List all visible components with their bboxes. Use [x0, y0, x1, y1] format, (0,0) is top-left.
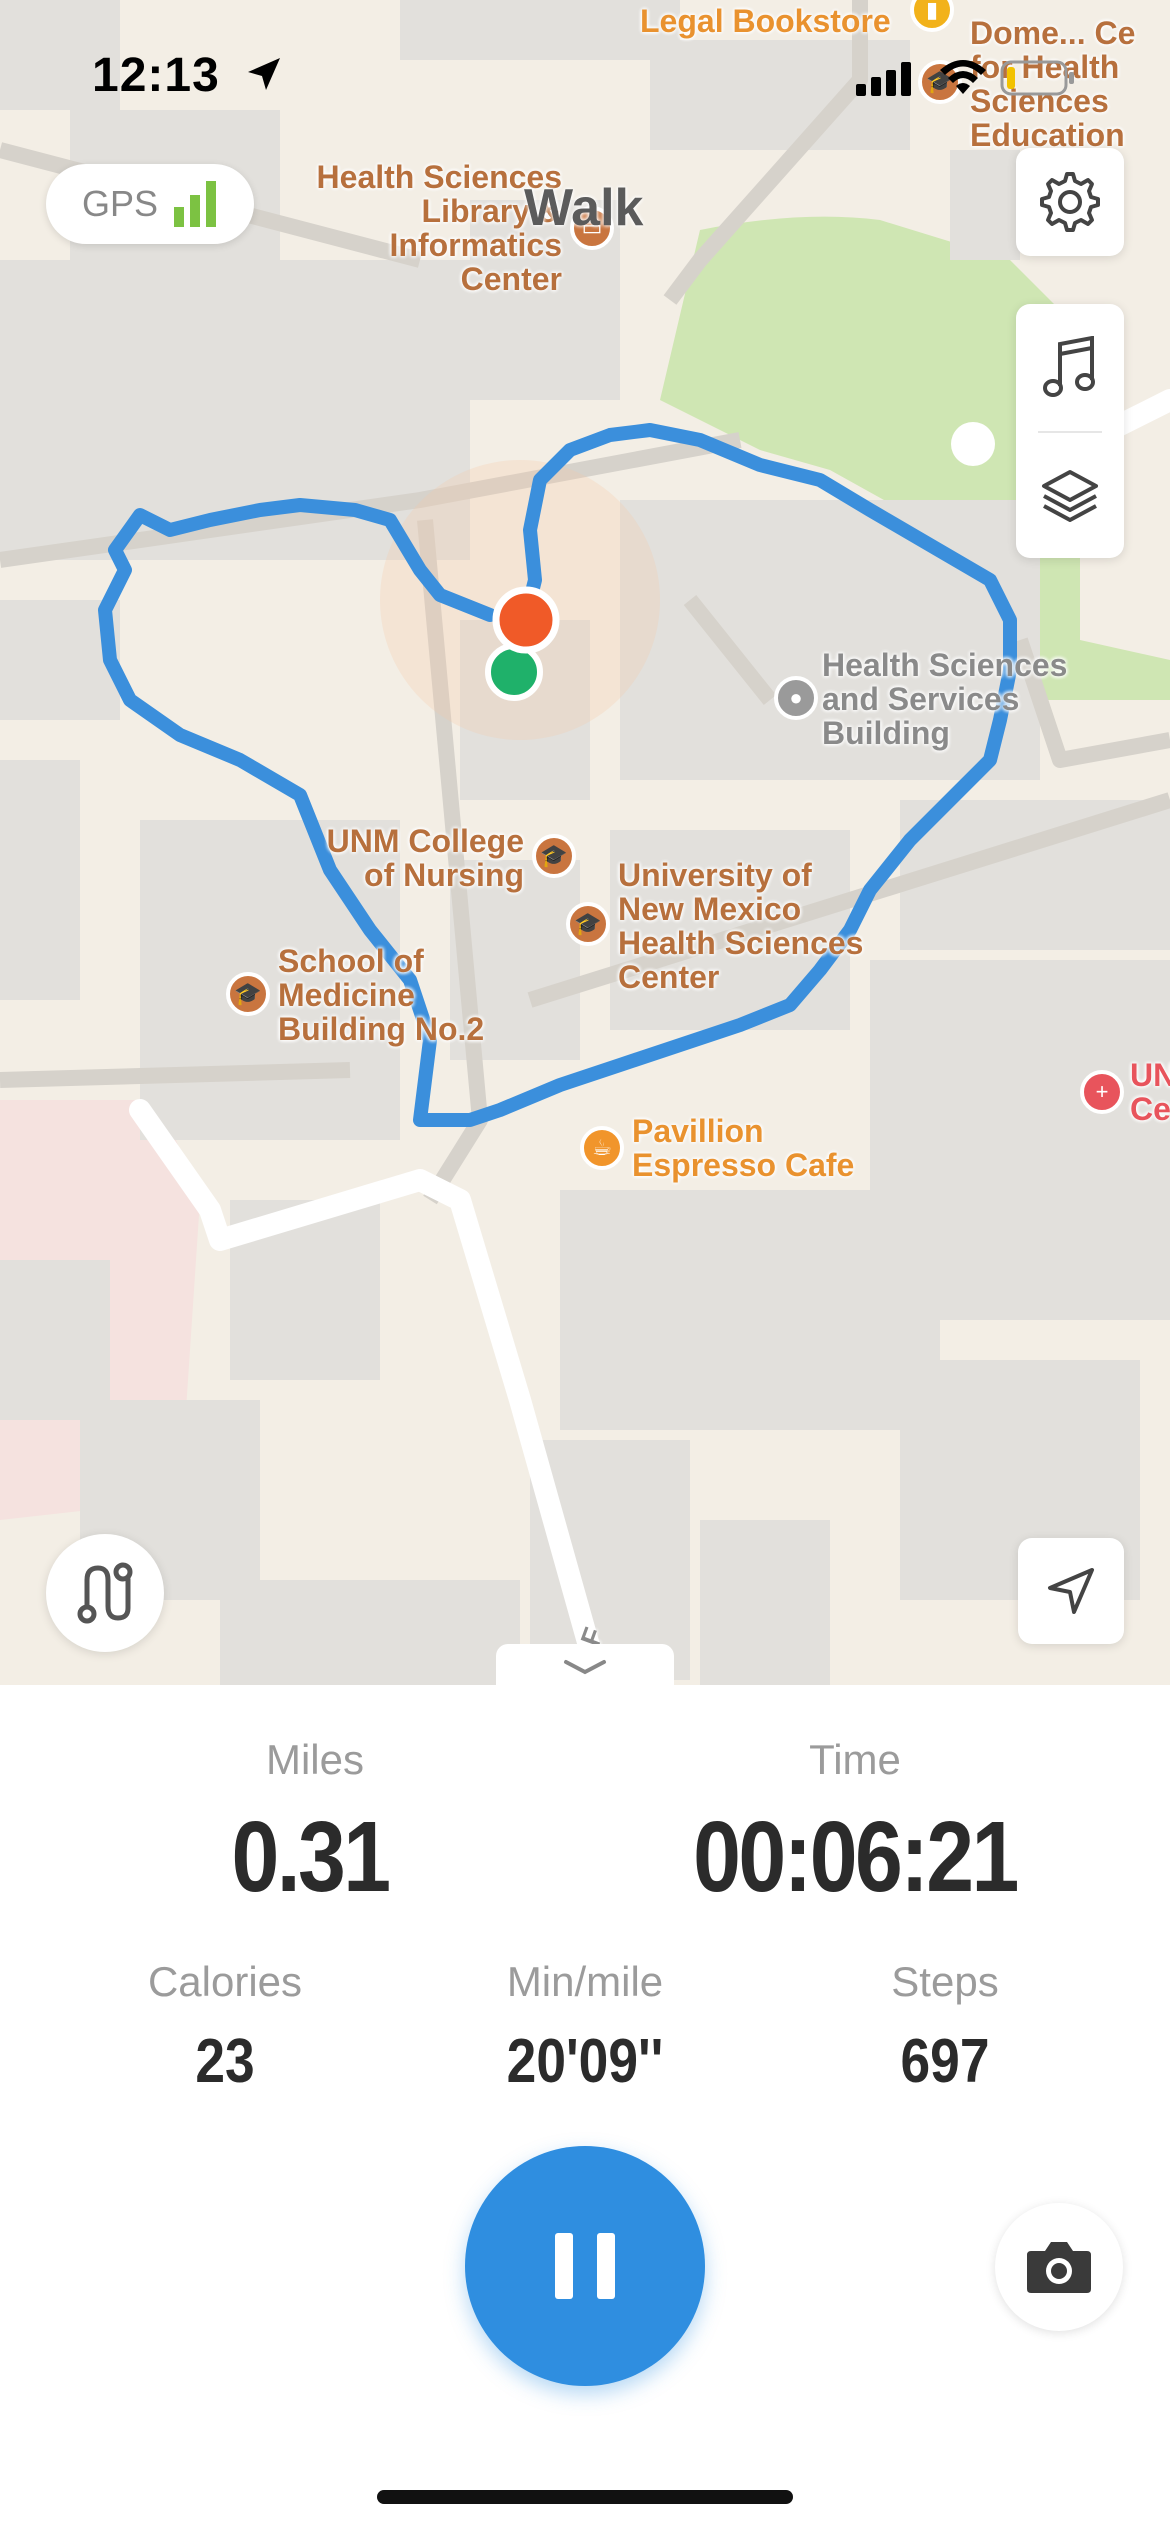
- poi-health-sciences-services-building[interactable]: Health Sciences and Services Building: [822, 648, 1067, 750]
- hospital-icon: +: [1080, 1070, 1124, 1114]
- activity-type-label: Walk: [524, 179, 644, 237]
- gps-signal-icon: [174, 181, 217, 227]
- poi-legal-bookstore[interactable]: Legal Bookstore: [640, 4, 891, 38]
- pace-value: 20'09'': [506, 2027, 664, 2096]
- route-button[interactable]: [46, 1534, 164, 1652]
- collapse-panel-button[interactable]: [496, 1644, 674, 1685]
- time-label: Time: [809, 1736, 901, 1783]
- route-icon: [77, 1562, 133, 1624]
- settings-button[interactable]: [1016, 148, 1124, 256]
- poi-unm-health-sciences-center[interactable]: University of New Mexico Health Sciences…: [618, 858, 863, 994]
- pace-label: Min/mile: [506, 1958, 664, 2005]
- divider: [1038, 431, 1102, 433]
- calories-label: Calories: [147, 1958, 303, 2005]
- school-icon: 🎓: [532, 834, 576, 878]
- poi-unm-hospital[interactable]: UN Ce: [1130, 1058, 1170, 1126]
- navigation-arrow-icon: [1048, 1568, 1094, 1614]
- poi-pavillion-espresso-cafe[interactable]: Pavillion Espresso Cafe: [632, 1114, 854, 1182]
- building-icon: ●: [774, 676, 818, 720]
- recenter-button[interactable]: [1018, 1538, 1124, 1644]
- poi-school-of-medicine-building-2[interactable]: School of Medicine Building No.2: [278, 944, 484, 1046]
- pause-button[interactable]: [465, 2146, 705, 2386]
- music-icon[interactable]: [1040, 336, 1100, 400]
- pause-bar-left: [555, 2233, 573, 2299]
- status-time: 12:13: [92, 49, 220, 102]
- home-indicator[interactable]: [377, 2490, 793, 2504]
- distance-value: 0.31: [231, 1801, 391, 1913]
- camera-button[interactable]: [995, 2203, 1123, 2331]
- wifi-icon: [940, 60, 986, 94]
- school-icon: 🎓: [566, 902, 610, 946]
- location-arrow-icon: [248, 58, 280, 90]
- pause-bar-right: [597, 2233, 615, 2299]
- layers-icon[interactable]: [1038, 464, 1102, 528]
- gps-indicator: GPS: [46, 164, 254, 244]
- distance-label: Miles: [265, 1736, 364, 1783]
- poi-health-sciences-library[interactable]: Health Sciences Library & Informatics Ce…: [300, 160, 562, 296]
- map-canvas: [0, 0, 1170, 1685]
- gear-icon: [1040, 172, 1100, 232]
- start-marker: [485, 643, 543, 701]
- current-position-marker: [492, 586, 560, 654]
- map-view[interactable]: Legal Bookstore ▮ Dome... Ce for Health …: [0, 0, 1170, 1685]
- steps-value: 697: [900, 2027, 990, 2096]
- poi-unm-college-of-nursing[interactable]: UNM College of Nursing: [318, 824, 524, 892]
- time-value: 00:06:21: [693, 1801, 1019, 1913]
- camera-icon: [1027, 2242, 1091, 2293]
- steps-label: Steps: [891, 1958, 999, 2005]
- school-icon: 🎓: [226, 972, 270, 1016]
- map-tools-group: [1016, 304, 1124, 558]
- gps-label: GPS: [81, 183, 159, 224]
- chevron-down-icon: [564, 1660, 606, 1675]
- coffee-icon: ☕: [580, 1126, 624, 1170]
- battery-icon: [1000, 60, 1074, 96]
- cellular-signal-icon: [856, 62, 911, 96]
- calories-value: 23: [195, 2027, 255, 2096]
